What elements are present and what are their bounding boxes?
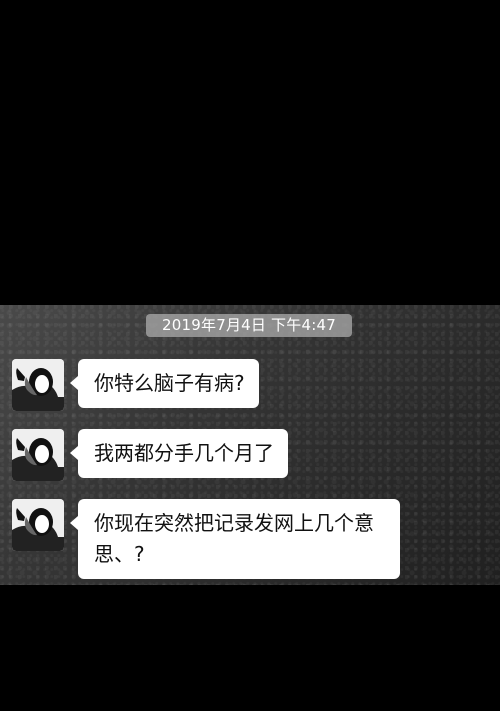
avatar[interactable]: [12, 429, 64, 481]
message-row: 我两都分手几个月了: [12, 429, 288, 481]
avatar-image-icon: [12, 429, 64, 481]
chat-area: 2019年7月4日 下午4:47 你特么脑子有病? 我两都分手几个月了 你现在突…: [0, 305, 500, 585]
message-bubble[interactable]: 你现在突然把记录发网上几个意思、?: [70, 499, 400, 579]
avatar-image-icon: [12, 499, 64, 551]
message-row: 你现在突然把记录发网上几个意思、?: [12, 499, 400, 579]
message-timestamp: 2019年7月4日 下午4:47: [146, 314, 352, 337]
avatar[interactable]: [12, 499, 64, 551]
avatar-image-icon: [12, 359, 64, 411]
message-bubble[interactable]: 我两都分手几个月了: [70, 429, 288, 478]
avatar[interactable]: [12, 359, 64, 411]
message-bubble[interactable]: 你特么脑子有病?: [70, 359, 259, 408]
message-row: 你特么脑子有病?: [12, 359, 259, 411]
